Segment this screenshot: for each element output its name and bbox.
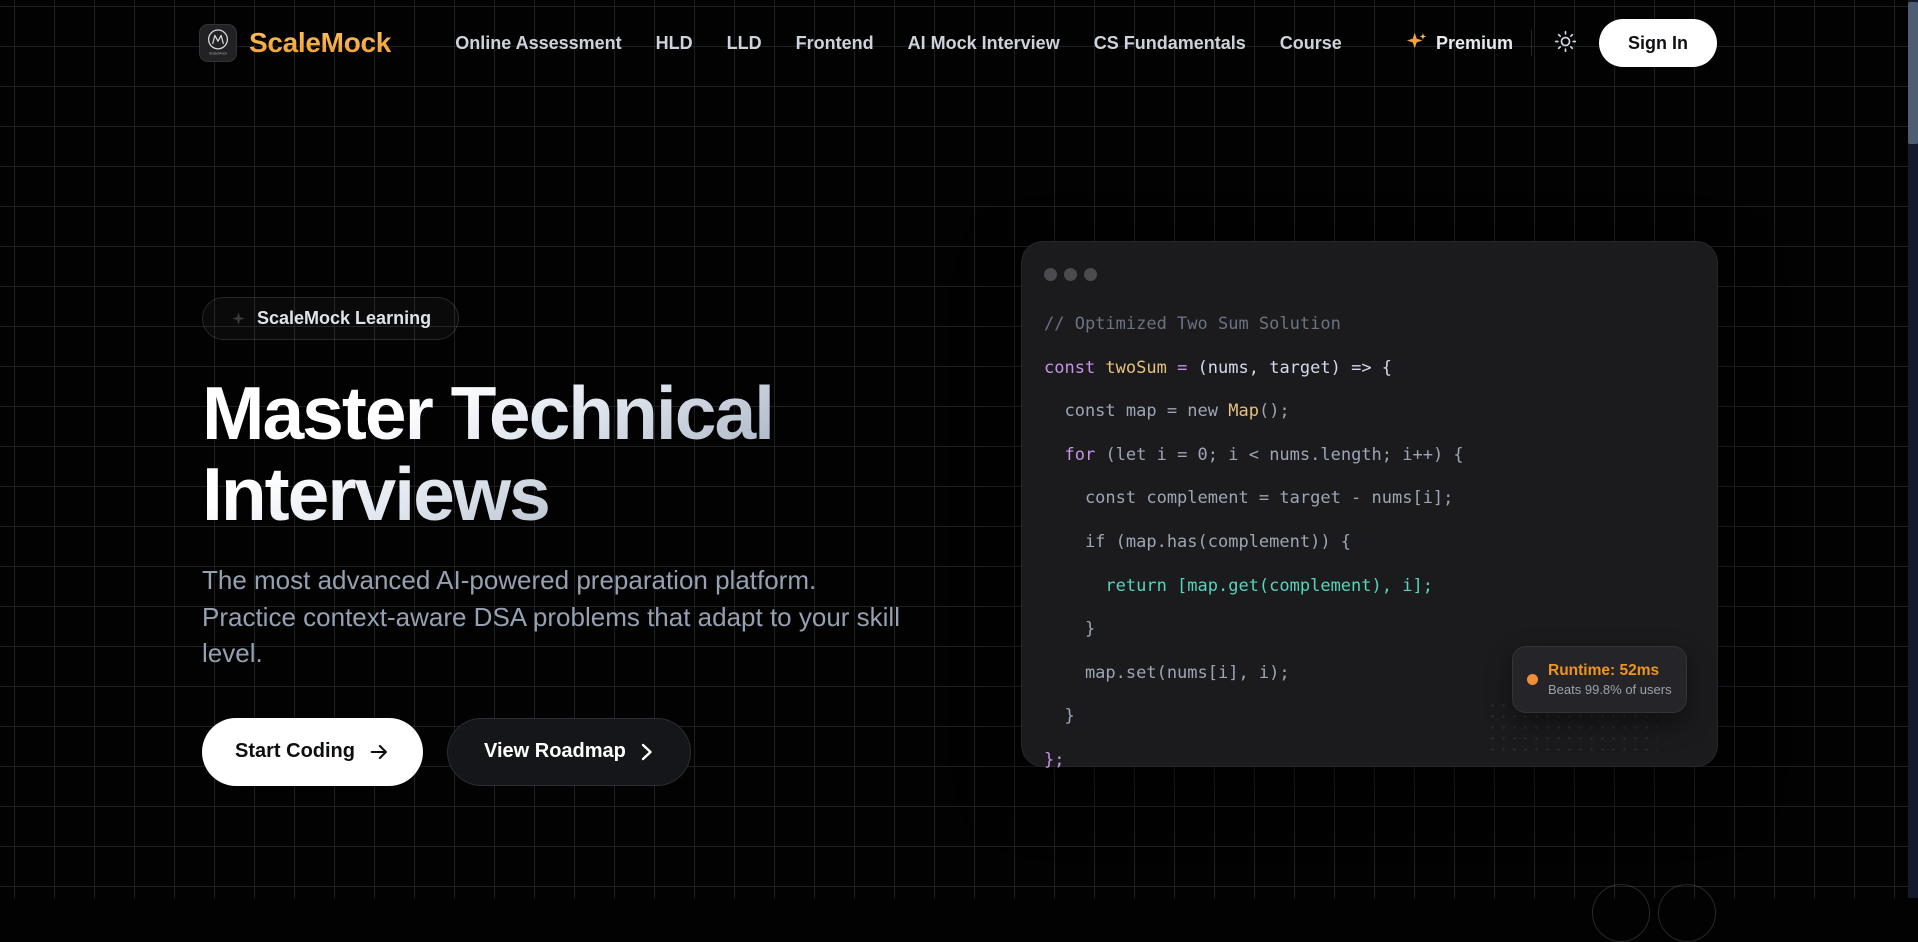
code-line: return [map.get(complement), i];	[1044, 565, 1695, 609]
nav-item-lld[interactable]: LLD	[727, 33, 762, 54]
sign-in-button[interactable]: Sign In	[1599, 19, 1717, 67]
code-line: const complement = target - nums[i];	[1044, 477, 1695, 521]
premium-label: Premium	[1436, 33, 1513, 54]
premium-nav-item[interactable]: Premium	[1406, 30, 1513, 57]
brand-name: ScaleMock	[249, 27, 391, 59]
runtime-label: Runtime: 52ms	[1548, 661, 1672, 680]
view-roadmap-label: View Roadmap	[484, 740, 626, 763]
start-coding-button[interactable]: Start Coding	[202, 718, 423, 786]
main-nav: Online Assessment HLD LLD Frontend AI Mock I…	[455, 33, 1342, 54]
window-dot	[1044, 268, 1057, 281]
view-roadmap-button[interactable]: View Roadmap	[447, 718, 691, 786]
nav-divider	[1531, 30, 1532, 56]
runtime-status-dot-icon	[1527, 674, 1538, 685]
cta-row: Start Coding View Roadmap	[202, 718, 922, 786]
nav-item-online-assessment[interactable]: Online Assessment	[455, 33, 621, 54]
hero-badge: ScaleMock Learning	[202, 297, 459, 340]
badge-sparkle-icon	[231, 311, 246, 326]
start-coding-label: Start Coding	[235, 740, 355, 763]
brand[interactable]: ScaleMock ScaleMock	[199, 24, 391, 62]
nav-item-frontend[interactable]: Frontend	[796, 33, 874, 54]
top-navbar: ScaleMock ScaleMock Online Assessment HLD…	[0, 0, 1918, 86]
hero-subtitle: The most advanced AI-powered preparation…	[202, 562, 902, 672]
hero-section: ScaleMock Learning Master Technical Inte…	[202, 297, 922, 786]
page-title-line2: Interviews	[202, 454, 922, 535]
sparkles-icon	[1406, 30, 1428, 57]
code-editor-card: // Optimized Two Sum Solutionconst twoSu…	[1021, 241, 1718, 767]
code-line: for (let i = 0; i < nums.length; i++) {	[1044, 434, 1695, 478]
scrollbar-thumb[interactable]	[1908, 2, 1918, 144]
runtime-sublabel: Beats 99.8% of users	[1548, 682, 1672, 698]
arrow-right-icon	[368, 741, 390, 763]
nav-item-cs-fundamentals[interactable]: CS Fundamentals	[1094, 33, 1246, 54]
chevron-right-icon	[639, 743, 654, 761]
sun-icon	[1554, 30, 1577, 56]
nav-item-course[interactable]: Course	[1280, 33, 1342, 54]
page-title-line1: Master Technical	[202, 373, 922, 454]
window-controls	[1044, 268, 1695, 281]
code-line: if (map.has(complement)) {	[1044, 521, 1695, 565]
page-scrollbar[interactable]	[1908, 0, 1918, 898]
decorative-circle	[1658, 884, 1716, 942]
code-line: const twoSum = (nums, target) => {	[1044, 347, 1695, 391]
runtime-badge: Runtime: 52ms Beats 99.8% of users	[1512, 646, 1687, 713]
svg-text:ScaleMock: ScaleMock	[209, 52, 227, 56]
theme-toggle-button[interactable]	[1550, 26, 1581, 60]
decorative-circle	[1592, 884, 1650, 942]
nav-controls: Premium Sign In	[1406, 19, 1717, 67]
nav-item-ai-mock-interview[interactable]: AI Mock Interview	[908, 33, 1060, 54]
window-dot	[1064, 268, 1077, 281]
window-dot	[1084, 268, 1097, 281]
page-title: Master Technical Interviews	[202, 373, 922, 535]
code-line: // Optimized Two Sum Solution	[1044, 303, 1695, 347]
scalemock-logo-icon: ScaleMock	[199, 24, 237, 62]
nav-item-hld[interactable]: HLD	[656, 33, 693, 54]
code-line: const map = new Map();	[1044, 390, 1695, 434]
hero-badge-label: ScaleMock Learning	[257, 308, 431, 329]
